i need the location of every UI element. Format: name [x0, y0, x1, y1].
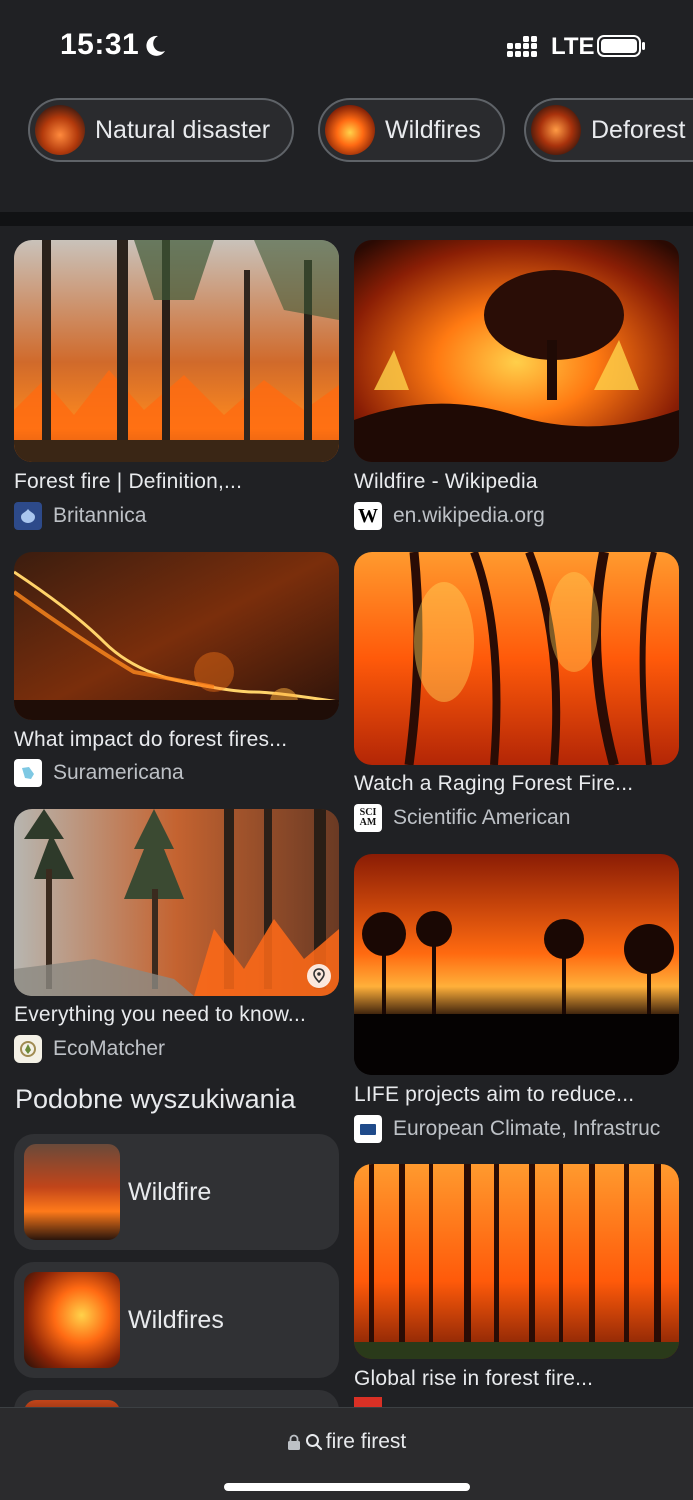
- source-name: Scientific American: [393, 806, 571, 829]
- result-image[interactable]: [14, 240, 339, 462]
- chip-label: Wildfires: [385, 115, 481, 144]
- result-title[interactable]: Wildfire - Wikipedia: [354, 470, 679, 494]
- fire-thumbnail-icon: [24, 1144, 120, 1240]
- status-bar: 15:31 LTE: [0, 0, 693, 92]
- url-display[interactable]: fire firest: [0, 1430, 693, 1454]
- source-name: European Climate, Infrastruc: [393, 1117, 661, 1140]
- signal-icon: [507, 36, 537, 57]
- result-source: Britannica: [14, 502, 146, 530]
- result-source: EcoMatcher: [14, 1035, 165, 1063]
- result-card[interactable]: Forest fire | Definition,... Britannica: [14, 240, 339, 535]
- browser-address-bar[interactable]: fire firest: [0, 1407, 693, 1500]
- forest-fire-image: [354, 552, 679, 765]
- fire-thumbnail-icon: [531, 105, 581, 155]
- forest-fire-image: [14, 809, 339, 996]
- fire-thumbnail-icon: [24, 1272, 120, 1368]
- related-chips-bar: Natural disaster Wildfires Deforest: [0, 92, 693, 212]
- status-time: 15:31: [60, 28, 140, 61]
- source-name: Suramericana: [53, 761, 184, 784]
- network-type: LTE: [551, 33, 595, 60]
- battery-icon: [597, 35, 645, 57]
- similar-searches-heading: Podobne wyszukiwania: [15, 1084, 296, 1114]
- search-icon: [305, 1434, 322, 1451]
- lock-icon: [287, 1434, 300, 1450]
- fire-thumbnail-icon: [325, 105, 375, 155]
- result-card[interactable]: Wildfire - Wikipedia W en.wikipedia.org: [354, 240, 679, 535]
- result-image[interactable]: [14, 552, 339, 720]
- result-image[interactable]: [354, 240, 679, 462]
- result-title[interactable]: Global rise in forest fire...: [354, 1367, 679, 1391]
- similar-search-label: Wildfires: [128, 1305, 224, 1334]
- result-card[interactable]: Everything you need to know... EcoMatche…: [14, 809, 339, 1064]
- home-indicator[interactable]: [224, 1483, 470, 1491]
- result-card[interactable]: Global rise in forest fire...: [354, 1164, 679, 1409]
- similar-search-item[interactable]: Wildfires: [14, 1262, 339, 1378]
- result-image[interactable]: [354, 854, 679, 1075]
- result-title[interactable]: LIFE projects aim to reduce...: [354, 1083, 679, 1107]
- chip-deforestation[interactable]: Deforest: [524, 98, 693, 162]
- sciam-icon: SCI AM: [354, 804, 382, 832]
- source-name: EcoMatcher: [53, 1037, 166, 1060]
- result-card[interactable]: Watch a Raging Forest Fire... SCI AM Sci…: [354, 552, 679, 837]
- fire-thumbnail-icon: [35, 105, 85, 155]
- chip-wildfires[interactable]: Wildfires: [318, 98, 505, 162]
- ecomatcher-icon: [14, 1035, 42, 1063]
- result-source: Suramericana: [14, 759, 184, 787]
- similar-search-item[interactable]: Wildfire: [14, 1134, 339, 1250]
- result-image[interactable]: [354, 1164, 679, 1359]
- suramericana-icon: [14, 759, 42, 787]
- result-source: [354, 1397, 393, 1407]
- result-source: W en.wikipedia.org: [354, 502, 545, 530]
- eu-icon: [354, 1115, 382, 1143]
- section-divider: [0, 212, 693, 226]
- location-pin-icon: [307, 964, 331, 988]
- result-source: European Climate, Infrastruc: [354, 1115, 660, 1143]
- chip-label: Deforest: [591, 115, 686, 144]
- britannica-icon: [14, 502, 42, 530]
- result-title[interactable]: Everything you need to know...: [14, 1003, 339, 1027]
- wildfire-image: [354, 240, 679, 462]
- forest-fire-image: [354, 1164, 679, 1359]
- wikipedia-icon: W: [354, 502, 382, 530]
- result-image[interactable]: [354, 552, 679, 765]
- moon-icon: [146, 35, 165, 56]
- red-icon: [354, 1397, 382, 1407]
- result-title[interactable]: What impact do forest fires...: [14, 728, 339, 752]
- result-source: SCI AM Scientific American: [354, 804, 570, 832]
- result-card[interactable]: What impact do forest fires... Surameric…: [14, 552, 339, 792]
- result-card[interactable]: LIFE projects aim to reduce... European …: [354, 854, 684, 1149]
- source-name: Britannica: [53, 504, 147, 527]
- result-title[interactable]: Watch a Raging Forest Fire...: [354, 772, 679, 796]
- forest-fire-image: [354, 854, 679, 1075]
- chip-natural-disaster[interactable]: Natural disaster: [28, 98, 295, 162]
- result-image[interactable]: [14, 809, 339, 996]
- forest-fire-image: [14, 240, 339, 462]
- forest-fire-image: [14, 552, 339, 720]
- result-title[interactable]: Forest fire | Definition,...: [14, 470, 339, 494]
- similar-search-label: Wildfire: [128, 1177, 212, 1206]
- url-text: fire firest: [325, 1430, 407, 1453]
- chip-label: Natural disaster: [95, 115, 271, 144]
- source-name: en.wikipedia.org: [393, 504, 545, 527]
